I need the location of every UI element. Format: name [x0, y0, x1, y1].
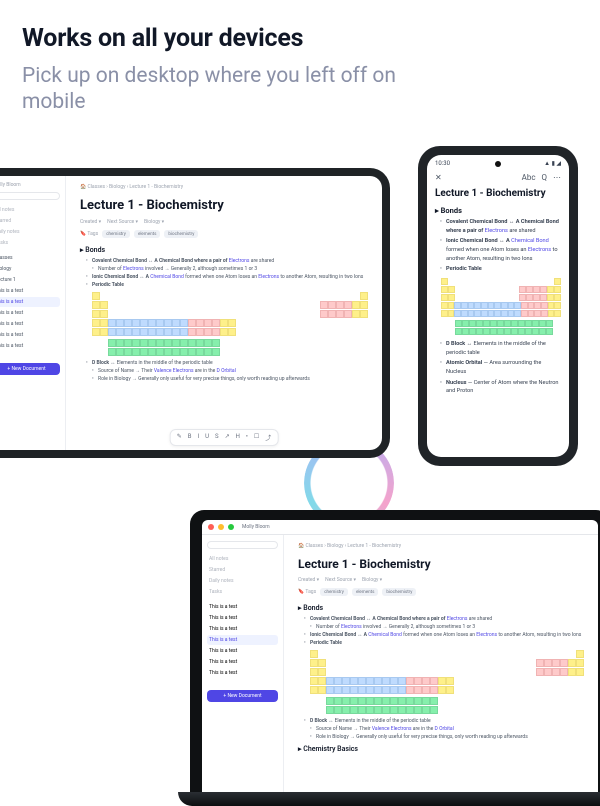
- tag-label: 🔖 Tags: [298, 589, 316, 595]
- sidebar-item[interactable]: This is a test: [207, 613, 278, 623]
- bullet-list: D Block ↔ Elements in the middle of the …: [80, 359, 368, 383]
- tag[interactable]: elements: [352, 588, 378, 596]
- sidebar-item[interactable]: Classes: [0, 253, 60, 263]
- sidebar-item[interactable]: This is a test: [0, 286, 60, 296]
- periodic-table: [441, 278, 561, 335]
- toolbar-icon[interactable]: U: [205, 433, 209, 442]
- meta-created[interactable]: Created ▾: [298, 577, 319, 583]
- bullet-list: D Block ↔ Elements in the middle of the …: [435, 340, 561, 396]
- sidebar-item[interactable]: Biology: [0, 264, 60, 274]
- section-bonds: ▸ Bonds: [435, 206, 561, 215]
- sidebar-item[interactable]: This is a test: [0, 319, 60, 329]
- toolbar-icon[interactable]: S: [215, 433, 219, 442]
- toolbar-icon[interactable]: I: [197, 433, 199, 442]
- meta-source[interactable]: Next Source ▾: [325, 577, 356, 583]
- sidebar-item[interactable]: This is a test: [0, 341, 60, 351]
- tag[interactable]: elements: [134, 230, 160, 238]
- breadcrumb[interactable]: 🏠 Classes › Biology › Lecture 1 - Bioche…: [298, 543, 584, 549]
- bullet-list: Covalent Chemical Bond ↔ A Chemical Bond…: [435, 218, 561, 274]
- laptop-main: 🏠 Classes › Biology › Lecture 1 - Bioche…: [284, 535, 598, 792]
- sidebar-item[interactable]: This is a test: [207, 602, 278, 612]
- periodic-table: [310, 650, 584, 714]
- bullet-list: Covalent Chemical Bond ↔ A Chemical Bond…: [80, 257, 368, 289]
- sidebar-tasks[interactable]: Tasks: [207, 587, 278, 597]
- doc-title[interactable]: Lecture 1 - Biochemistry: [80, 198, 368, 213]
- new-document-button[interactable]: + New Document: [207, 690, 278, 702]
- sidebar-item-active[interactable]: This is a test: [0, 297, 60, 307]
- section-bonds: ▸ Bonds: [298, 604, 584, 612]
- sidebar-tasks[interactable]: Tasks: [0, 238, 60, 248]
- close-icon[interactable]: ✕: [435, 173, 442, 182]
- window-minimize-icon[interactable]: [218, 524, 224, 530]
- hero-title: Works on all your devices: [22, 24, 578, 53]
- section-bonds: ▸ Bonds: [80, 246, 368, 254]
- sidebar-item[interactable]: This is a test: [207, 646, 278, 656]
- bullet-list: D Block ↔ Elements in the middle of the …: [298, 717, 584, 741]
- abc-button[interactable]: Abc: [522, 173, 536, 182]
- toolbar-icon[interactable]: ☐: [254, 433, 259, 442]
- laptop-base: [178, 792, 600, 806]
- toolbar-icon[interactable]: B: [188, 433, 192, 442]
- tag[interactable]: chemistry: [102, 230, 130, 238]
- laptop-screen: Molly Bloom All notes Starred Daily note…: [202, 520, 598, 792]
- sidebar-item[interactable]: This is a test: [0, 308, 60, 318]
- toolbar-icon[interactable]: ↗: [225, 433, 230, 442]
- sidebar-starred[interactable]: Starred: [0, 216, 60, 226]
- floating-toolbar[interactable]: ✎ B I U S ↗ H • ☐ ⤴: [170, 429, 279, 446]
- tag[interactable]: biochemistry: [164, 230, 198, 238]
- new-document-button[interactable]: + New Document: [0, 363, 60, 375]
- laptop-sidebar: All notes Starred Daily notes Tasks This…: [202, 535, 284, 792]
- search-input[interactable]: [207, 541, 278, 549]
- toolbar-icon[interactable]: ⤴: [265, 433, 271, 442]
- sidebar-item[interactable]: Lecture 1: [0, 275, 60, 285]
- sidebar-item-active[interactable]: This is a test: [207, 635, 278, 645]
- status-time: 10:30: [435, 160, 450, 167]
- search-input[interactable]: [0, 192, 60, 200]
- sidebar-item[interactable]: This is a test: [207, 668, 278, 678]
- sidebar-item[interactable]: This is a test: [0, 330, 60, 340]
- window-zoom-icon[interactable]: [228, 524, 234, 530]
- tablet-screen: Molly Bloom All notes Starred Daily note…: [0, 176, 382, 450]
- sidebar-item[interactable]: This is a test: [207, 657, 278, 667]
- sidebar-daily[interactable]: Daily notes: [207, 576, 278, 586]
- tag-label: 🔖 Tags: [80, 231, 98, 237]
- periodic-table: [92, 292, 368, 356]
- phone-camera: [495, 161, 501, 167]
- hero-subtitle: Pick up on desktop where you left off on…: [22, 63, 402, 116]
- breadcrumb[interactable]: 🏠 Classes › Biology › Lecture 1 - Bioche…: [80, 184, 368, 190]
- sidebar-all-notes[interactable]: All notes: [0, 205, 60, 215]
- doc-title[interactable]: Lecture 1 - Biochemistry: [427, 186, 569, 204]
- phone-frame: 10:30 ▲ ▮ ◢ ✕ Abc Q ⋯ Lecture 1 - Bioche…: [418, 146, 578, 466]
- window-close-icon[interactable]: [208, 524, 214, 530]
- toolbar-icon[interactable]: •: [246, 433, 248, 442]
- toolbar-icon[interactable]: H: [236, 433, 240, 442]
- window-titlebar: Molly Bloom: [202, 520, 598, 535]
- search-icon[interactable]: Q: [542, 173, 548, 182]
- tablet-sidebar: Molly Bloom All notes Starred Daily note…: [0, 176, 66, 450]
- tag[interactable]: biochemistry: [382, 588, 416, 596]
- meta-source2[interactable]: Biology ▾: [362, 577, 382, 583]
- sidebar-item[interactable]: This is a test: [207, 624, 278, 634]
- sidebar-starred[interactable]: Starred: [207, 565, 278, 575]
- section-chembasics: ▸ Chemistry Basics: [298, 745, 584, 753]
- tablet-frame: Molly Bloom All notes Starred Daily note…: [0, 168, 390, 458]
- tablet-main: 🏠 Classes › Biology › Lecture 1 - Bioche…: [66, 176, 382, 450]
- toolbar-icon[interactable]: ✎: [177, 433, 182, 442]
- meta-source2[interactable]: Biology ▾: [144, 219, 164, 225]
- meta-created[interactable]: Created ▾: [80, 219, 101, 225]
- phone-screen: 10:30 ▲ ▮ ◢ ✕ Abc Q ⋯ Lecture 1 - Bioche…: [427, 155, 569, 457]
- window-title: Molly Bloom: [242, 524, 270, 530]
- laptop-frame: Molly Bloom All notes Starred Daily note…: [190, 510, 600, 806]
- status-signals: ▲ ▮ ◢: [544, 160, 561, 167]
- meta-source[interactable]: Next Source ▾: [107, 219, 138, 225]
- sidebar-user[interactable]: Molly Bloom: [0, 182, 60, 188]
- bullet-list: Covalent Chemical Bond ↔ A Chemical Bond…: [298, 615, 584, 647]
- doc-title[interactable]: Lecture 1 - Biochemistry: [298, 557, 584, 571]
- sidebar-daily[interactable]: Daily notes: [0, 227, 60, 237]
- sidebar-all-notes[interactable]: All notes: [207, 554, 278, 564]
- more-icon[interactable]: ⋯: [553, 173, 561, 182]
- tag[interactable]: chemistry: [320, 588, 348, 596]
